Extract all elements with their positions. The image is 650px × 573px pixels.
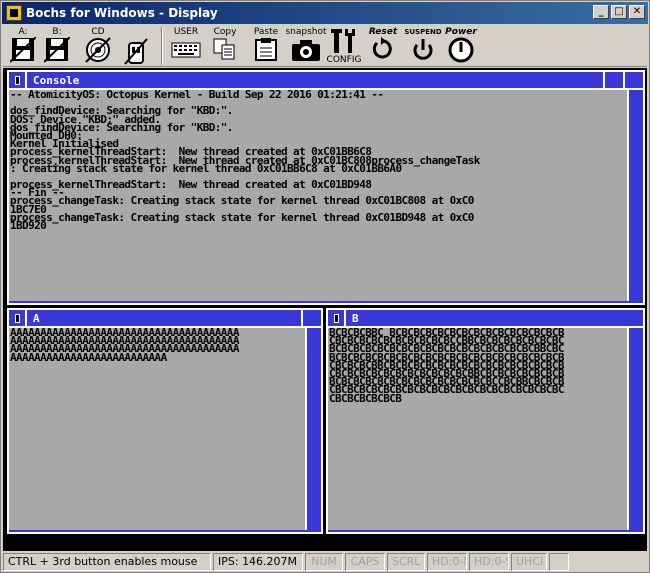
wrench-screwdriver-icon [331, 29, 355, 53]
console-line: dos_findDevice: Searching for "KBD:". [10, 120, 233, 134]
floppy-a-button[interactable]: A: [9, 27, 37, 65]
ips-indicator: IPS: 146.207M [213, 553, 303, 571]
pane-b-scrollbar[interactable] [627, 328, 643, 530]
mouse-hint: CTRL + 3rd button enables mouse [3, 553, 211, 571]
snapshot-button[interactable]: snapshot [285, 27, 327, 65]
pane-b-close-icon[interactable] [328, 309, 346, 327]
pane-a-window: A AAAAAAAAAAAAAAAAAAAAAAAAAAAAAAAAAAAAAA… [7, 308, 323, 534]
suspend-icon [413, 39, 433, 60]
usb-device-icon [124, 38, 148, 65]
pane-a-output: AAAAAAAAAAAAAAAAAAAAAAAAAAAAAAAAAAAAAA AA… [9, 328, 305, 530]
window-title: Bochs for Windows - Display [26, 6, 218, 20]
reset-button[interactable]: Reset [365, 27, 401, 65]
cdrom-label: CD [91, 27, 105, 37]
pane-a-line: AAAAAAAAAAAAAAAAAAAAAAAAAA [10, 350, 167, 364]
console-line: process_changeTask: Creating stack state… [10, 210, 474, 224]
floppy-b-label: B: [52, 27, 62, 37]
pane-a-minimize-icon[interactable] [301, 309, 321, 327]
floppy-disk-icon [10, 37, 36, 63]
emulator-screen[interactable]: Console -- AtomicityOS: Octopus Kernel -… [3, 68, 647, 551]
suspend-label: SUSPEND [404, 28, 442, 36]
console-close-icon[interactable] [9, 71, 27, 89]
toolbar: A: B: CD USER Copy Paste snapshot CONFIG… [3, 25, 647, 67]
power-label: Power [445, 27, 477, 37]
minimize-button[interactable]: _ [593, 5, 609, 19]
num-lock-indicator: NUM [305, 553, 343, 571]
paste-button[interactable]: Paste [249, 27, 283, 65]
console-line: -- AtomicityOS: Octopus Kernel - Build S… [10, 90, 384, 101]
paste-label: Paste [253, 27, 279, 37]
snapshot-label: snapshot [285, 27, 327, 37]
cdrom-button[interactable]: CD [83, 27, 113, 65]
pane-a-close-icon[interactable] [9, 309, 27, 327]
user-button[interactable]: USER [169, 27, 203, 65]
caps-lock-indicator: CAPS [345, 553, 385, 571]
close-button[interactable]: ✕ [629, 5, 645, 19]
pane-a-scrollbar[interactable] [305, 328, 321, 530]
pane-a-titlebar: A [9, 309, 321, 328]
keyboard-icon [171, 42, 201, 58]
status-empty-cell [549, 553, 569, 571]
floppy-a-label: A: [18, 27, 28, 37]
floppy-disk-icon [44, 37, 70, 63]
console-line: process_kernelThreadStart: New thread cr… [10, 178, 372, 192]
pane-b-window: B BCBCBCBBC BCBCBCBCBCBCBCBCBCBCBCBCBCBC… [326, 308, 645, 534]
camera-icon [292, 40, 320, 61]
hd0-master-indicator: HD:0-M [427, 553, 467, 571]
pane-b-title: B [352, 311, 359, 325]
uhci-indicator: UHCI [511, 553, 547, 571]
power-icon [448, 37, 474, 63]
console-line: process_changeTask: Creating stack state… [10, 194, 474, 208]
usb-device-button[interactable] [121, 27, 151, 65]
console-output: -- AtomicityOS: Octopus Kernel - Build S… [9, 90, 627, 301]
reset-label: Reset [368, 27, 398, 37]
pane-b-output: BCBCBCBBC BCBCBCBCBCBCBCBCBCBCBCBCBCBCB C… [328, 328, 627, 530]
console-line: : Creating stack state for kernel thread… [10, 161, 402, 175]
maximize-button[interactable]: □ [611, 5, 627, 19]
cdrom-icon [85, 37, 111, 63]
bochs-window: Bochs for Windows - Display _ □ ✕ A: B: … [0, 0, 650, 573]
config-button[interactable]: CONFIG [327, 27, 361, 65]
paste-icon [255, 38, 277, 61]
floppy-b-button[interactable]: B: [43, 27, 71, 65]
console-titlebar: Console [9, 71, 643, 90]
pane-b-titlebar: B [328, 309, 643, 328]
reset-icon [372, 37, 392, 59]
pane-a-title: A [33, 311, 40, 325]
title-bar[interactable]: Bochs for Windows - Display _ □ ✕ [2, 2, 648, 24]
status-bar: CTRL + 3rd button enables mouse IPS: 146… [3, 553, 647, 571]
power-button[interactable]: Power [443, 27, 479, 65]
console-minimize-icon[interactable] [603, 71, 623, 89]
copy-button[interactable]: Copy [209, 27, 241, 65]
config-label: CONFIG [326, 55, 362, 65]
console-title: Console [33, 73, 80, 87]
scroll-lock-indicator: SCRL [387, 553, 425, 571]
suspend-button[interactable]: SUSPEND [404, 27, 442, 65]
console-maximize-icon[interactable] [623, 71, 643, 89]
console-scrollbar[interactable] [627, 90, 643, 301]
user-label: USER [173, 27, 199, 37]
copy-icon [213, 38, 235, 60]
copy-label: Copy [213, 27, 237, 37]
bochs-app-icon [6, 5, 22, 21]
hd0-slave-indicator: HD:0-S [469, 553, 509, 571]
console-window: Console -- AtomicityOS: Octopus Kernel -… [7, 70, 645, 305]
